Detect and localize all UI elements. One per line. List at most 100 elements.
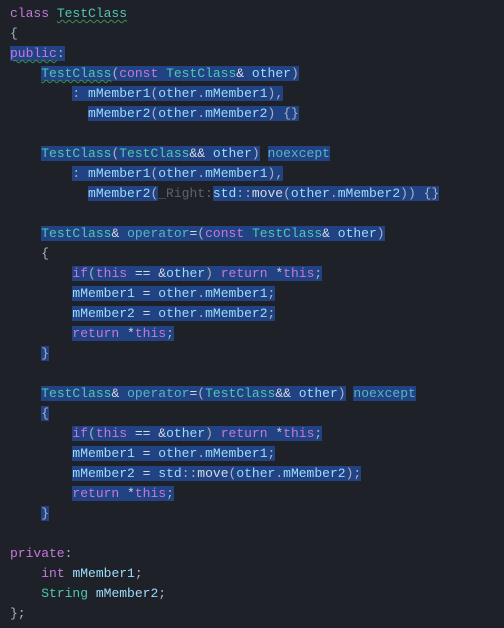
amp: & [111,386,119,401]
obj: other [158,446,197,461]
code-line: mMember2(_Right:std::move(other.mMember2… [10,184,504,204]
code-line: String mMember2; [10,584,504,604]
body: {} [283,106,299,121]
code-line [10,524,504,544]
eq: = [143,286,151,301]
member-name: mMember1 [72,566,134,581]
lhs: mMember2 [72,306,134,321]
keyword-this: this [96,266,127,281]
arg-mem: mMember2 [338,186,400,201]
code-line: class TestClass [10,4,504,24]
keyword-this: this [135,326,166,341]
keyword-const: const [119,66,158,81]
ret-type: TestClass [41,386,111,401]
arg-mem: mMember2 [205,106,267,121]
brace-close: } [41,506,49,521]
move: move [197,466,228,481]
var-other: other [166,426,205,441]
param-name: other [252,66,291,81]
access-private: private [10,546,65,561]
arg-obj: other [158,166,197,181]
code-line: mMember2 = other.mMember2; [10,304,504,324]
keyword-this: this [283,266,314,281]
code-line: TestClass& operator=(TestClass&& other) … [10,384,504,404]
param-type: TestClass [205,386,275,401]
brace-open: { [41,406,49,421]
amp: & [322,226,330,241]
amp: && [189,146,205,161]
code-line: mMember2(other.mMember2) {} [10,104,504,124]
code-line: }; [10,604,504,624]
code-line: TestClass(TestClass&& other) noexcept [10,144,504,164]
code-line: return *this; [10,484,504,504]
obj: other [158,286,197,301]
eq: = [143,466,151,481]
code-editor[interactable]: class TestClass { public: TestClass(cons… [0,0,504,628]
ns: std [158,466,181,481]
amp: & [158,266,166,281]
keyword-operator: operator [127,386,189,401]
lhs: mMember1 [72,446,134,461]
arg-obj: other [158,106,197,121]
keyword-return: return [72,326,119,341]
keyword-this: this [135,486,166,501]
keyword-return: return [221,266,268,281]
arg-mem: mMember1 [205,166,267,181]
eq: = [143,306,151,321]
rhs: mMember2 [205,306,267,321]
body: {} [424,186,440,201]
amp: && [275,386,291,401]
ret-type: TestClass [41,226,111,241]
code-line: mMember1 = other.mMember1; [10,444,504,464]
code-line: } [10,344,504,364]
keyword-const: const [205,226,244,241]
colon: : [65,546,73,561]
rhs: mMember2 [283,466,345,481]
eq: = [189,226,197,241]
var-other: other [166,266,205,281]
brace-close-semi: }; [10,606,26,621]
class-name: TestClass [57,6,127,21]
obj: other [158,306,197,321]
brace-open: { [41,246,49,261]
code-line: if(this == &other) return *this; [10,264,504,284]
code-line: { [10,244,504,264]
star: * [275,426,283,441]
type-string: String [41,586,88,601]
member: mMember1 [88,86,150,101]
param-type: TestClass [252,226,322,241]
amp: & [111,226,119,241]
param-type: TestClass [119,146,189,161]
eqop: == [135,266,151,281]
param-name: other [213,146,252,161]
amp: & [236,66,244,81]
lhs: mMember2 [72,466,134,481]
access-public: public [10,46,57,61]
star: * [275,266,283,281]
star: * [127,326,135,341]
ctor-name: TestClass [41,66,111,81]
keyword-noexcept: noexcept [268,146,330,161]
code-line: TestClass& operator=(const TestClass& ot… [10,224,504,244]
ns: std [213,186,236,201]
code-line: return *this; [10,324,504,344]
arg-obj: other [158,86,197,101]
lhs: mMember1 [72,286,134,301]
code-line: private: [10,544,504,564]
code-line: { [10,24,504,44]
param-type: TestClass [166,66,236,81]
brace-open: { [10,26,18,41]
code-line [10,364,504,384]
arg-obj: other [291,186,330,201]
keyword-operator: operator [127,226,189,241]
obj: other [236,466,275,481]
param-name: other [338,226,377,241]
rhs: mMember1 [205,286,267,301]
move: move [252,186,283,201]
eq: = [143,446,151,461]
code-line [10,124,504,144]
eqop: == [135,426,151,441]
keyword-this: this [283,426,314,441]
member-name: mMember2 [96,586,158,601]
star: * [127,486,135,501]
